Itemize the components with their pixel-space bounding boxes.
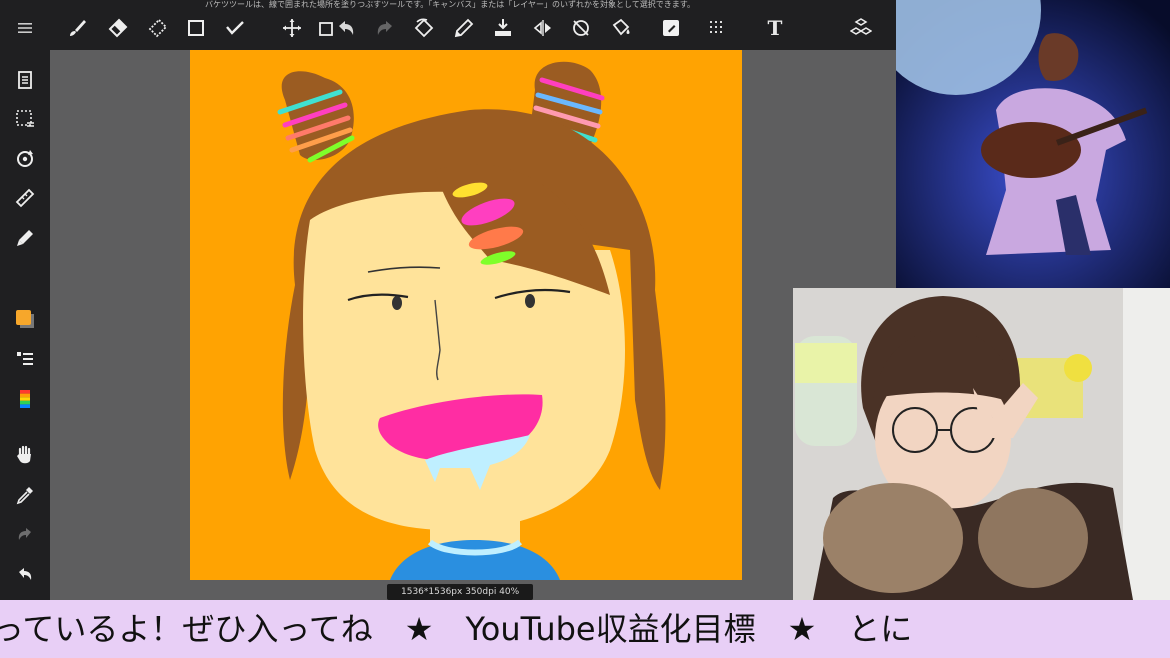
pen-settings-icon[interactable] [10, 223, 40, 253]
tool-hint-text: バケツツールは、線で囲まれた場所を塗りつぶすツールです。「キャンバス」または「レ… [205, 0, 695, 9]
color-palette-icon[interactable] [10, 384, 40, 414]
flip-icon[interactable] [528, 13, 558, 43]
pen-icon[interactable] [449, 13, 479, 43]
ticker-banner: っているよ！ぜひ入ってね ★ YouTube収益化目標 ★ とに [0, 600, 1170, 658]
grid-icon[interactable] [702, 13, 732, 43]
rectangle-icon[interactable] [181, 13, 211, 43]
video-feed-webcam [793, 288, 1170, 600]
redo-icon[interactable] [370, 13, 400, 43]
layer-list-icon[interactable] [10, 344, 40, 374]
check-icon[interactable] [220, 13, 250, 43]
drawing-canvas[interactable] [190, 50, 742, 580]
blur-icon[interactable] [142, 13, 172, 43]
hand-icon[interactable] [10, 440, 40, 470]
undo-icon[interactable] [331, 13, 361, 43]
rotate-icon[interactable] [409, 13, 439, 43]
app-window: バケツツールは、線で囲まれた場所を塗りつぶすツールです。「キャンバス」または「レ… [0, 0, 1170, 658]
undo-side-icon[interactable] [10, 559, 40, 589]
no-snap-icon[interactable] [566, 13, 596, 43]
paint-bucket-icon[interactable] [606, 13, 636, 43]
canvas-status-bar: 1536*1536px 350dpi 40% [387, 584, 534, 600]
move-icon[interactable] [277, 13, 307, 43]
color-swatch-icon[interactable] [10, 304, 40, 334]
ruler-icon[interactable] [10, 183, 40, 213]
ticker-text: っているよ！ぜひ入ってね ★ YouTube収益化目標 ★ とに [0, 610, 913, 648]
brush-icon[interactable] [62, 13, 92, 43]
text-icon[interactable]: T [761, 14, 789, 42]
color-fill-icon[interactable] [656, 13, 686, 43]
redo-side-icon[interactable] [10, 519, 40, 549]
layers-page-icon[interactable] [10, 65, 40, 95]
left-sidebar [0, 50, 50, 600]
video-feed-concert [896, 0, 1170, 288]
fill-icon[interactable] [488, 13, 518, 43]
menu-icon[interactable] [10, 13, 40, 43]
eyedropper-icon[interactable] [10, 480, 40, 510]
materials-icon[interactable] [846, 13, 876, 43]
top-toolbar: バケツツールは、線で囲まれた場所を塗りつぶすツールです。「キャンバス」または「レ… [0, 0, 900, 50]
selection-icon[interactable] [10, 104, 40, 134]
rotate-canvas-icon[interactable] [10, 144, 40, 174]
eraser-icon[interactable] [102, 13, 132, 43]
